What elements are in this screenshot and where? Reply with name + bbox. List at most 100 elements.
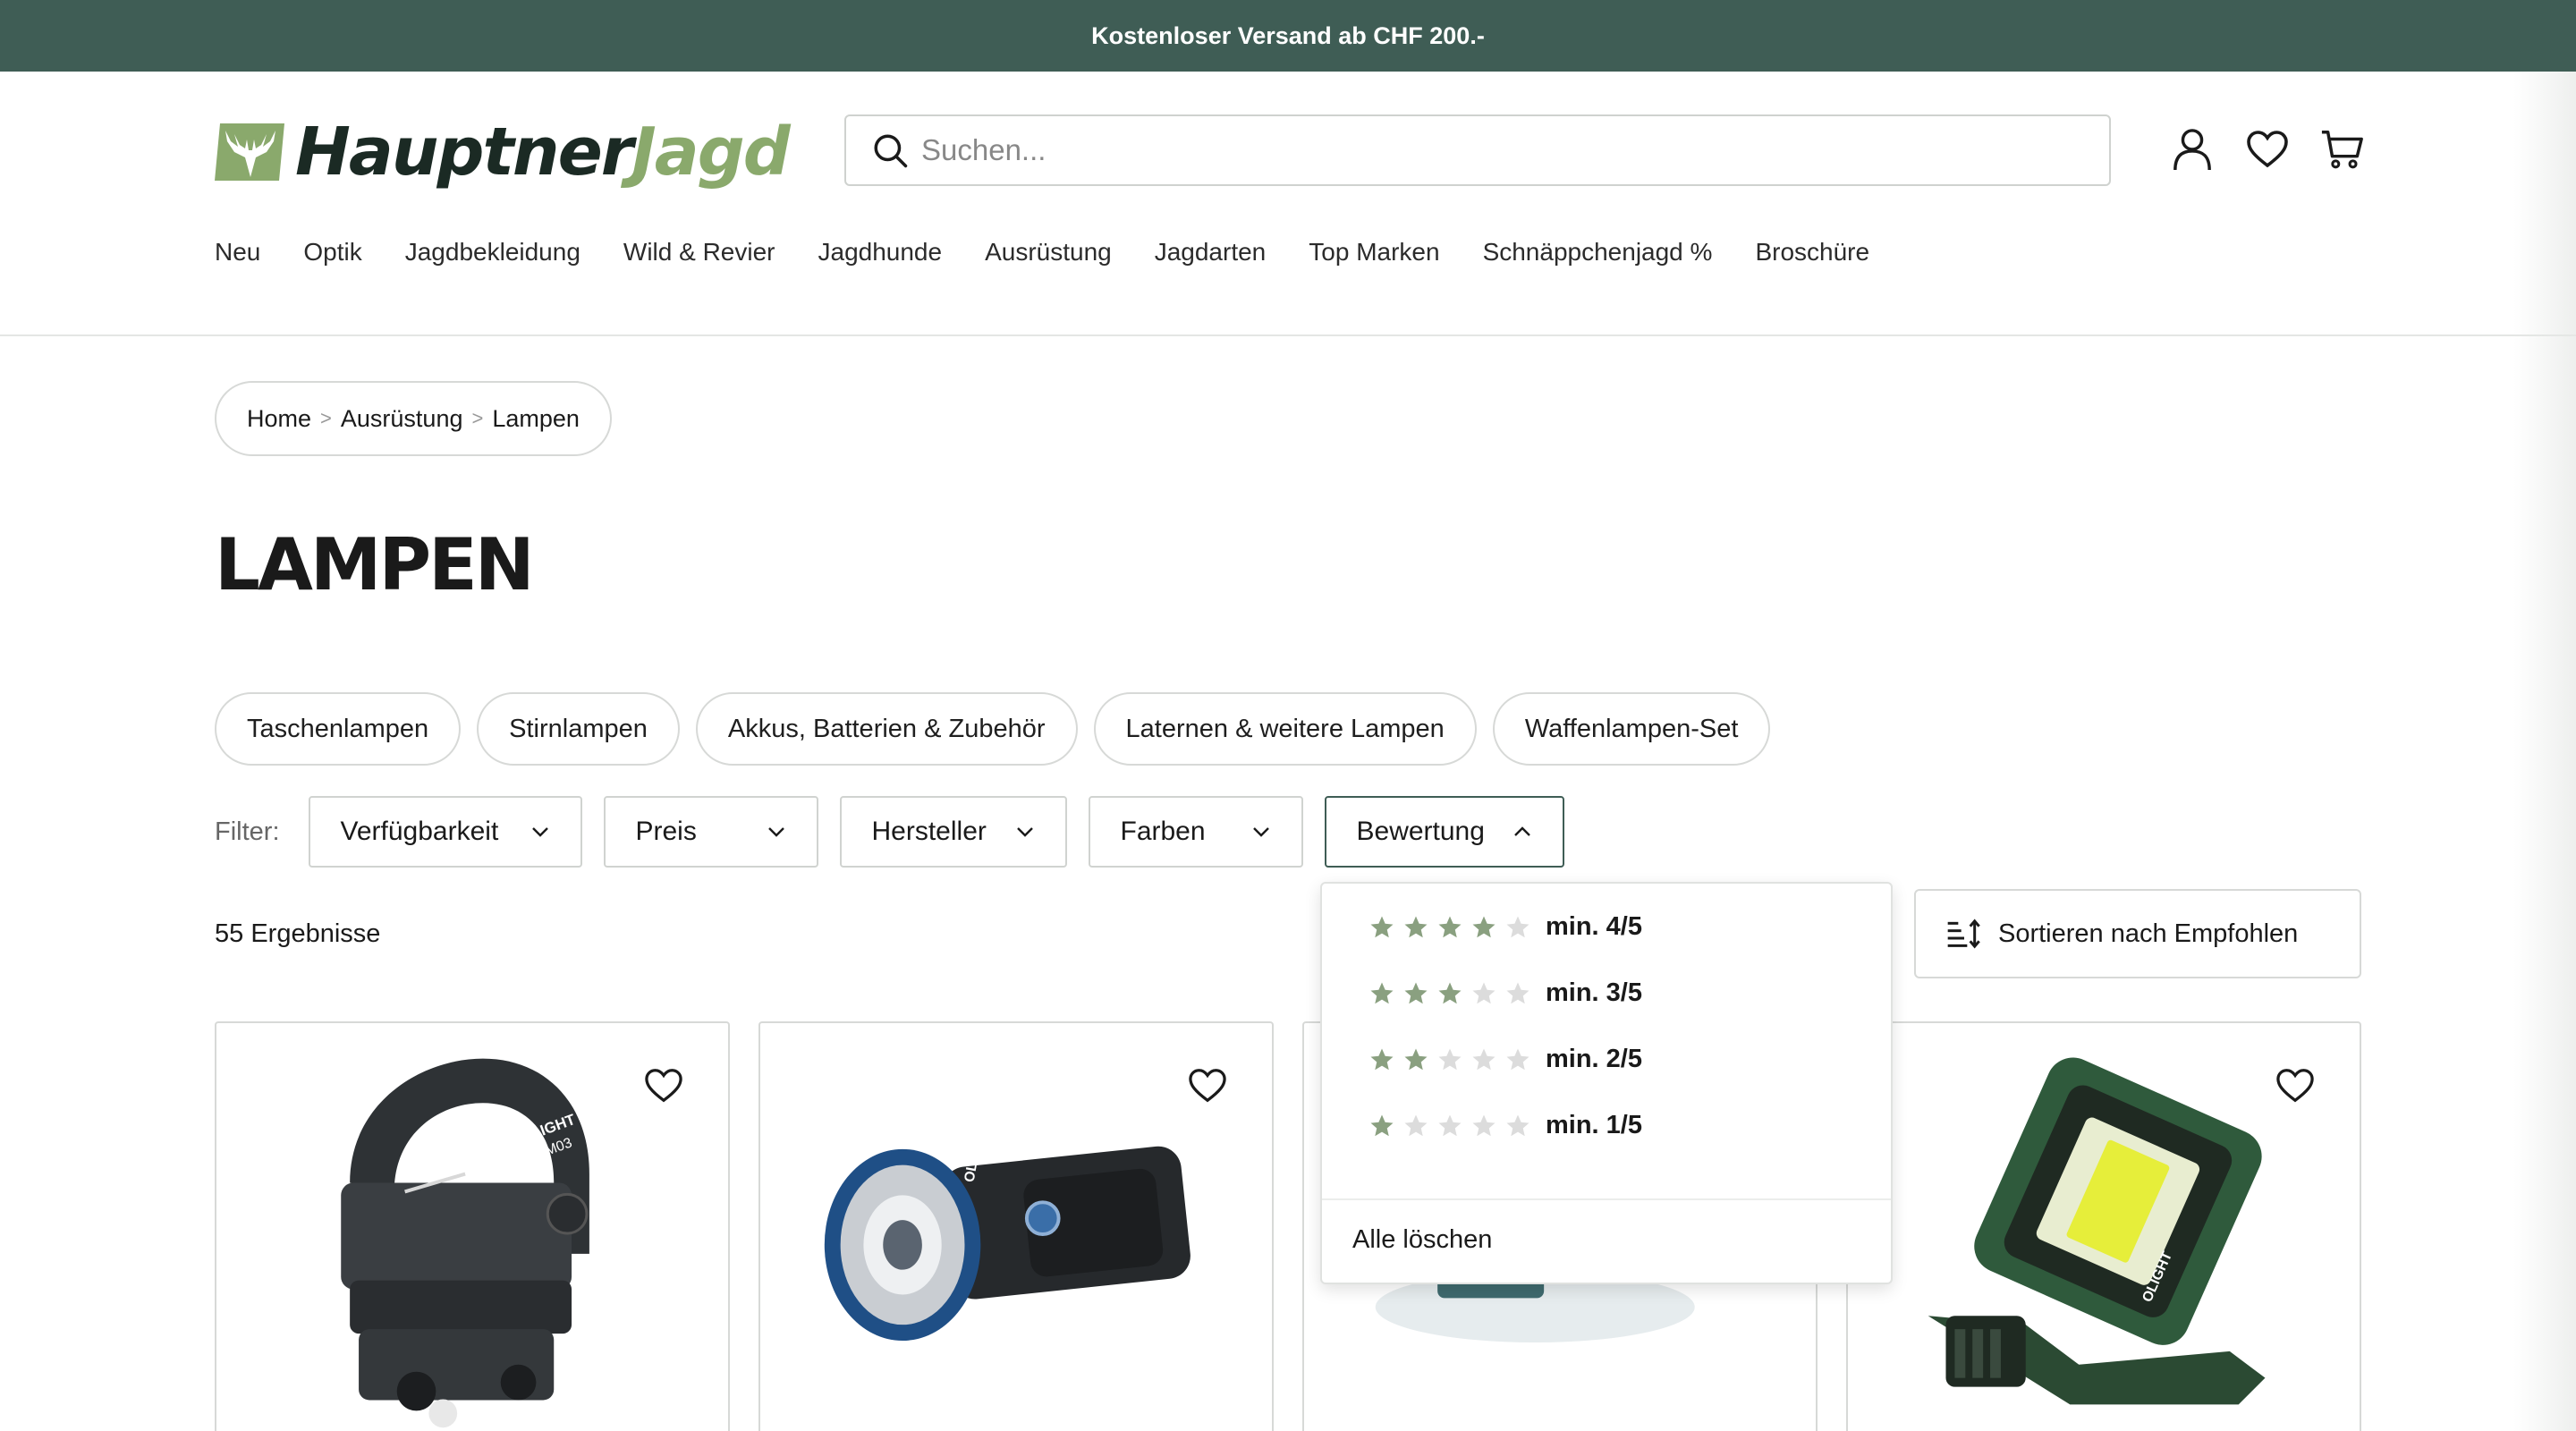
sort-label: Sortieren nach Empfohlen	[1998, 919, 2299, 948]
star-empty-icon	[1472, 982, 1496, 1003]
filter-preis-label: Preis	[635, 817, 697, 846]
nav-item-jagdhunde[interactable]: Jagdhunde	[818, 238, 943, 267]
rating-stars	[1368, 914, 1531, 941]
nav-item-top-marken[interactable]: Top Marken	[1309, 238, 1439, 267]
stag-logo-icon	[215, 123, 284, 181]
star-filled-icon	[1370, 916, 1394, 937]
heart-icon	[2247, 131, 2288, 168]
rating-option-label: min. 2/5	[1546, 1045, 1642, 1073]
dropdown-divider	[1322, 1198, 1891, 1200]
rating-option-label: min. 4/5	[1546, 912, 1642, 941]
star-filled-icon	[1370, 982, 1394, 1003]
filter-verfuegbarkeit[interactable]: Verfügbarkeit	[308, 796, 582, 868]
wishlist-heart-icon[interactable]	[644, 1068, 683, 1104]
rating-option-1[interactable]: min. 1/5	[1368, 1111, 1642, 1140]
filter-bewertung-label: Bewertung	[1356, 817, 1485, 846]
sort-button[interactable]: Sortieren nach Empfohlen	[1914, 889, 2361, 978]
rating-option-label: min. 3/5	[1546, 978, 1642, 1007]
star-empty-icon	[1472, 1114, 1496, 1136]
product-card[interactable]: OLIGHT X-WM03	[215, 1021, 730, 1431]
breadcrumb: Home > Ausrüstung > Lampen	[215, 381, 612, 456]
star-filled-icon	[1370, 1114, 1394, 1136]
account-button[interactable]	[2168, 125, 2216, 174]
rating-stars	[1368, 980, 1531, 1007]
star-filled-icon	[1404, 982, 1428, 1003]
nav-item-ausruestung[interactable]: Ausrüstung	[985, 238, 1112, 267]
category-chip-laternen[interactable]: Laternen & weitere Lampen	[1093, 692, 1477, 766]
search-input[interactable]	[921, 133, 1995, 167]
category-chip-akkus[interactable]: Akkus, Batterien & Zubehör	[695, 692, 1078, 766]
search-bar[interactable]	[844, 114, 2111, 186]
clear-all-button[interactable]: Alle löschen	[1352, 1225, 1492, 1255]
wishlist-heart-icon[interactable]	[1188, 1068, 1227, 1104]
star-filled-icon	[1438, 982, 1462, 1003]
nav-item-optik[interactable]: Optik	[303, 238, 361, 267]
chevron-down-icon	[767, 827, 784, 837]
filter-farben-label: Farben	[1120, 817, 1206, 846]
chevron-down-icon	[1252, 827, 1269, 837]
product-card[interactable]: OLIGHT	[758, 1021, 1274, 1431]
category-chips: Taschenlampen Stirnlampen Akkus, Batteri…	[215, 692, 1771, 766]
cart-button[interactable]	[2318, 125, 2367, 174]
nav-item-broschuere[interactable]: Broschüre	[1755, 238, 1869, 267]
nav-item-jagdarten[interactable]: Jagdarten	[1155, 238, 1267, 267]
star-empty-icon	[1506, 916, 1530, 937]
star-empty-icon	[1438, 1114, 1462, 1136]
breadcrumb-separator: >	[320, 407, 332, 429]
chevron-down-icon	[1016, 827, 1033, 837]
category-chip-waffenlampen-set[interactable]: Waffenlampen-Set	[1492, 692, 1771, 766]
star-filled-icon	[1438, 916, 1462, 937]
cart-icon	[2321, 131, 2363, 169]
header-actions	[2168, 125, 2367, 174]
star-empty-icon	[1404, 1114, 1428, 1136]
rating-filter-dropdown: min. 4/5 min. 3/5 min. 2/5 min. 1/5 Alle…	[1320, 882, 1893, 1284]
star-empty-icon	[1472, 1048, 1496, 1070]
filter-label: Filter:	[215, 817, 280, 846]
star-empty-icon	[1506, 982, 1530, 1003]
nav-item-jagdbekleidung[interactable]: Jagdbekleidung	[405, 238, 580, 267]
site-header: HauptnerJagd Ne	[0, 72, 2576, 336]
star-empty-icon	[1506, 1114, 1530, 1136]
brand-logo[interactable]: HauptnerJagd	[215, 118, 791, 186]
star-filled-icon	[1472, 916, 1496, 937]
nav-item-wild-revier[interactable]: Wild & Revier	[623, 238, 775, 267]
rating-stars	[1368, 1046, 1531, 1073]
product-card[interactable]: OLIGHT	[1846, 1021, 2361, 1431]
chevron-up-icon	[1513, 826, 1530, 836]
breadcrumb-separator: >	[471, 407, 484, 429]
filter-hersteller[interactable]: Hersteller	[839, 796, 1067, 868]
sort-icon	[1947, 919, 1980, 949]
star-filled-icon	[1370, 1048, 1394, 1070]
filter-hersteller-label: Hersteller	[871, 817, 987, 846]
main-nav: Neu Optik Jagdbekleidung Wild & Revier J…	[215, 238, 1869, 267]
brand-name-a: Hauptner	[295, 114, 633, 191]
category-chip-taschenlampen[interactable]: Taschenlampen	[215, 692, 462, 766]
filter-verfuegbarkeit-label: Verfügbarkeit	[340, 817, 499, 846]
brand-wordmark: HauptnerJagd	[295, 119, 791, 185]
breadcrumb-home[interactable]: Home	[247, 405, 311, 433]
brand-name-b: Jagd	[631, 114, 790, 191]
category-chip-stirnlampen[interactable]: Stirnlampen	[477, 692, 680, 766]
user-icon	[2174, 129, 2211, 171]
rating-option-3[interactable]: min. 3/5	[1368, 978, 1642, 1008]
promo-text: Kostenloser Versand ab CHF 200.-	[1091, 21, 1485, 49]
wishlist-button[interactable]	[2243, 125, 2292, 174]
rating-option-4[interactable]: min. 4/5	[1368, 912, 1642, 942]
filter-farben[interactable]: Farben	[1088, 796, 1303, 868]
rating-stars	[1368, 1113, 1531, 1139]
nav-item-neu[interactable]: Neu	[215, 238, 260, 267]
nav-item-schnaeppchenjagd[interactable]: Schnäppchenjagd %	[1483, 238, 1713, 267]
filter-bewertung[interactable]: Bewertung	[1324, 796, 1564, 868]
scroll-edge-shadow	[2513, 72, 2576, 1431]
star-filled-icon	[1404, 916, 1428, 937]
breadcrumb-current: Lampen	[492, 404, 580, 432]
page-title: LAMPEN	[215, 523, 535, 606]
rating-option-2[interactable]: min. 2/5	[1368, 1045, 1642, 1074]
star-empty-icon	[1438, 1048, 1462, 1070]
search-icon	[874, 134, 908, 168]
filter-bar: Filter: Verfügbarkeit Preis Hersteller F…	[215, 796, 1586, 868]
filter-preis[interactable]: Preis	[603, 796, 818, 868]
star-empty-icon	[1506, 1048, 1530, 1070]
wishlist-heart-icon[interactable]	[2275, 1068, 2315, 1104]
breadcrumb-ausruestung[interactable]: Ausrüstung	[341, 405, 463, 433]
